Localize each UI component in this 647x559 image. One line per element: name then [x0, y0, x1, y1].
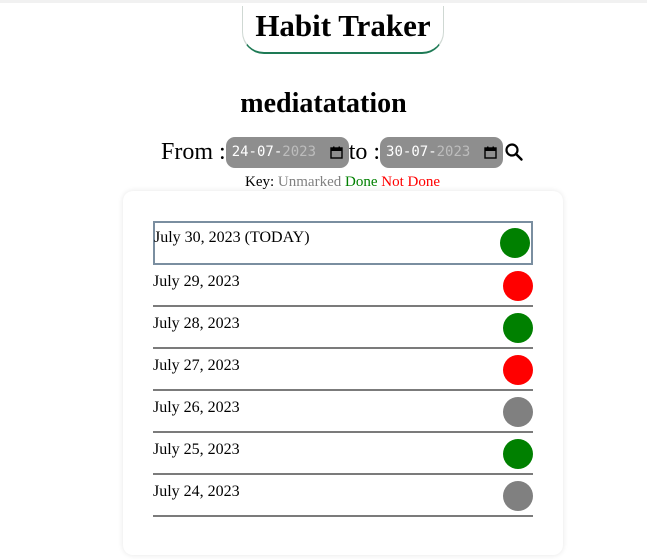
- entry-date: July 27, 2023: [153, 357, 240, 374]
- entry-row[interactable]: July 28, 2023: [153, 307, 533, 349]
- from-date-value: 24-07-2023: [231, 144, 316, 160]
- entry-date: July 30, 2023 (TODAY): [154, 229, 310, 246]
- entry-row[interactable]: July 27, 2023: [153, 349, 533, 391]
- status-toggle-not-done[interactable]: [503, 355, 533, 385]
- entry-date: July 26, 2023: [153, 399, 240, 416]
- habit-name: mediatatation: [240, 88, 407, 119]
- status-key: Key: Unmarked Done Not Done: [0, 173, 647, 191]
- status-toggle-unmarked[interactable]: [503, 481, 533, 511]
- key-unmarked: Unmarked: [277, 174, 342, 190]
- status-toggle-done[interactable]: [503, 439, 533, 469]
- app-title: Habit Traker: [242, 6, 444, 54]
- calendar-icon[interactable]: [484, 146, 497, 159]
- status-toggle-done[interactable]: [503, 313, 533, 343]
- entry-list: July 30, 2023 (TODAY) July 29, 2023 July 2…: [153, 221, 533, 517]
- to-label: to :: [348, 138, 381, 165]
- entry-row[interactable]: July 29, 2023: [153, 265, 533, 307]
- entry-date: July 25, 2023: [153, 441, 240, 458]
- key-label: Key:: [245, 174, 275, 190]
- entry-date: July 28, 2023: [153, 315, 240, 332]
- status-toggle-not-done[interactable]: [503, 271, 533, 301]
- date-range-filter: From : 24-07-2023 to : 30-07-2023: [161, 135, 524, 169]
- from-date-input[interactable]: 24-07-2023: [225, 136, 349, 168]
- status-toggle-unmarked[interactable]: [503, 397, 533, 427]
- top-divider: [0, 0, 647, 3]
- calendar-icon[interactable]: [329, 146, 343, 159]
- status-toggle-done[interactable]: [500, 228, 530, 258]
- search-icon[interactable]: [504, 142, 524, 162]
- entry-row-today[interactable]: July 30, 2023 (TODAY): [153, 221, 533, 265]
- to-date-input[interactable]: 30-07-2023: [380, 136, 504, 168]
- entries-card: July 30, 2023 (TODAY) July 29, 2023 July 2…: [123, 191, 563, 555]
- entry-date: July 29, 2023: [153, 273, 240, 290]
- key-done: Done: [344, 174, 378, 190]
- entry-row[interactable]: July 25, 2023: [153, 433, 533, 475]
- from-label: From :: [161, 138, 226, 165]
- entry-date: July 24, 2023: [153, 483, 240, 500]
- key-not-done: Not Done: [381, 174, 440, 190]
- page: Habit Traker mediatatation From : 24-07-…: [0, 0, 647, 559]
- entry-row[interactable]: July 26, 2023: [153, 391, 533, 433]
- to-date-value: 30-07-2023: [386, 144, 471, 160]
- entry-row[interactable]: July 24, 2023: [153, 475, 533, 517]
